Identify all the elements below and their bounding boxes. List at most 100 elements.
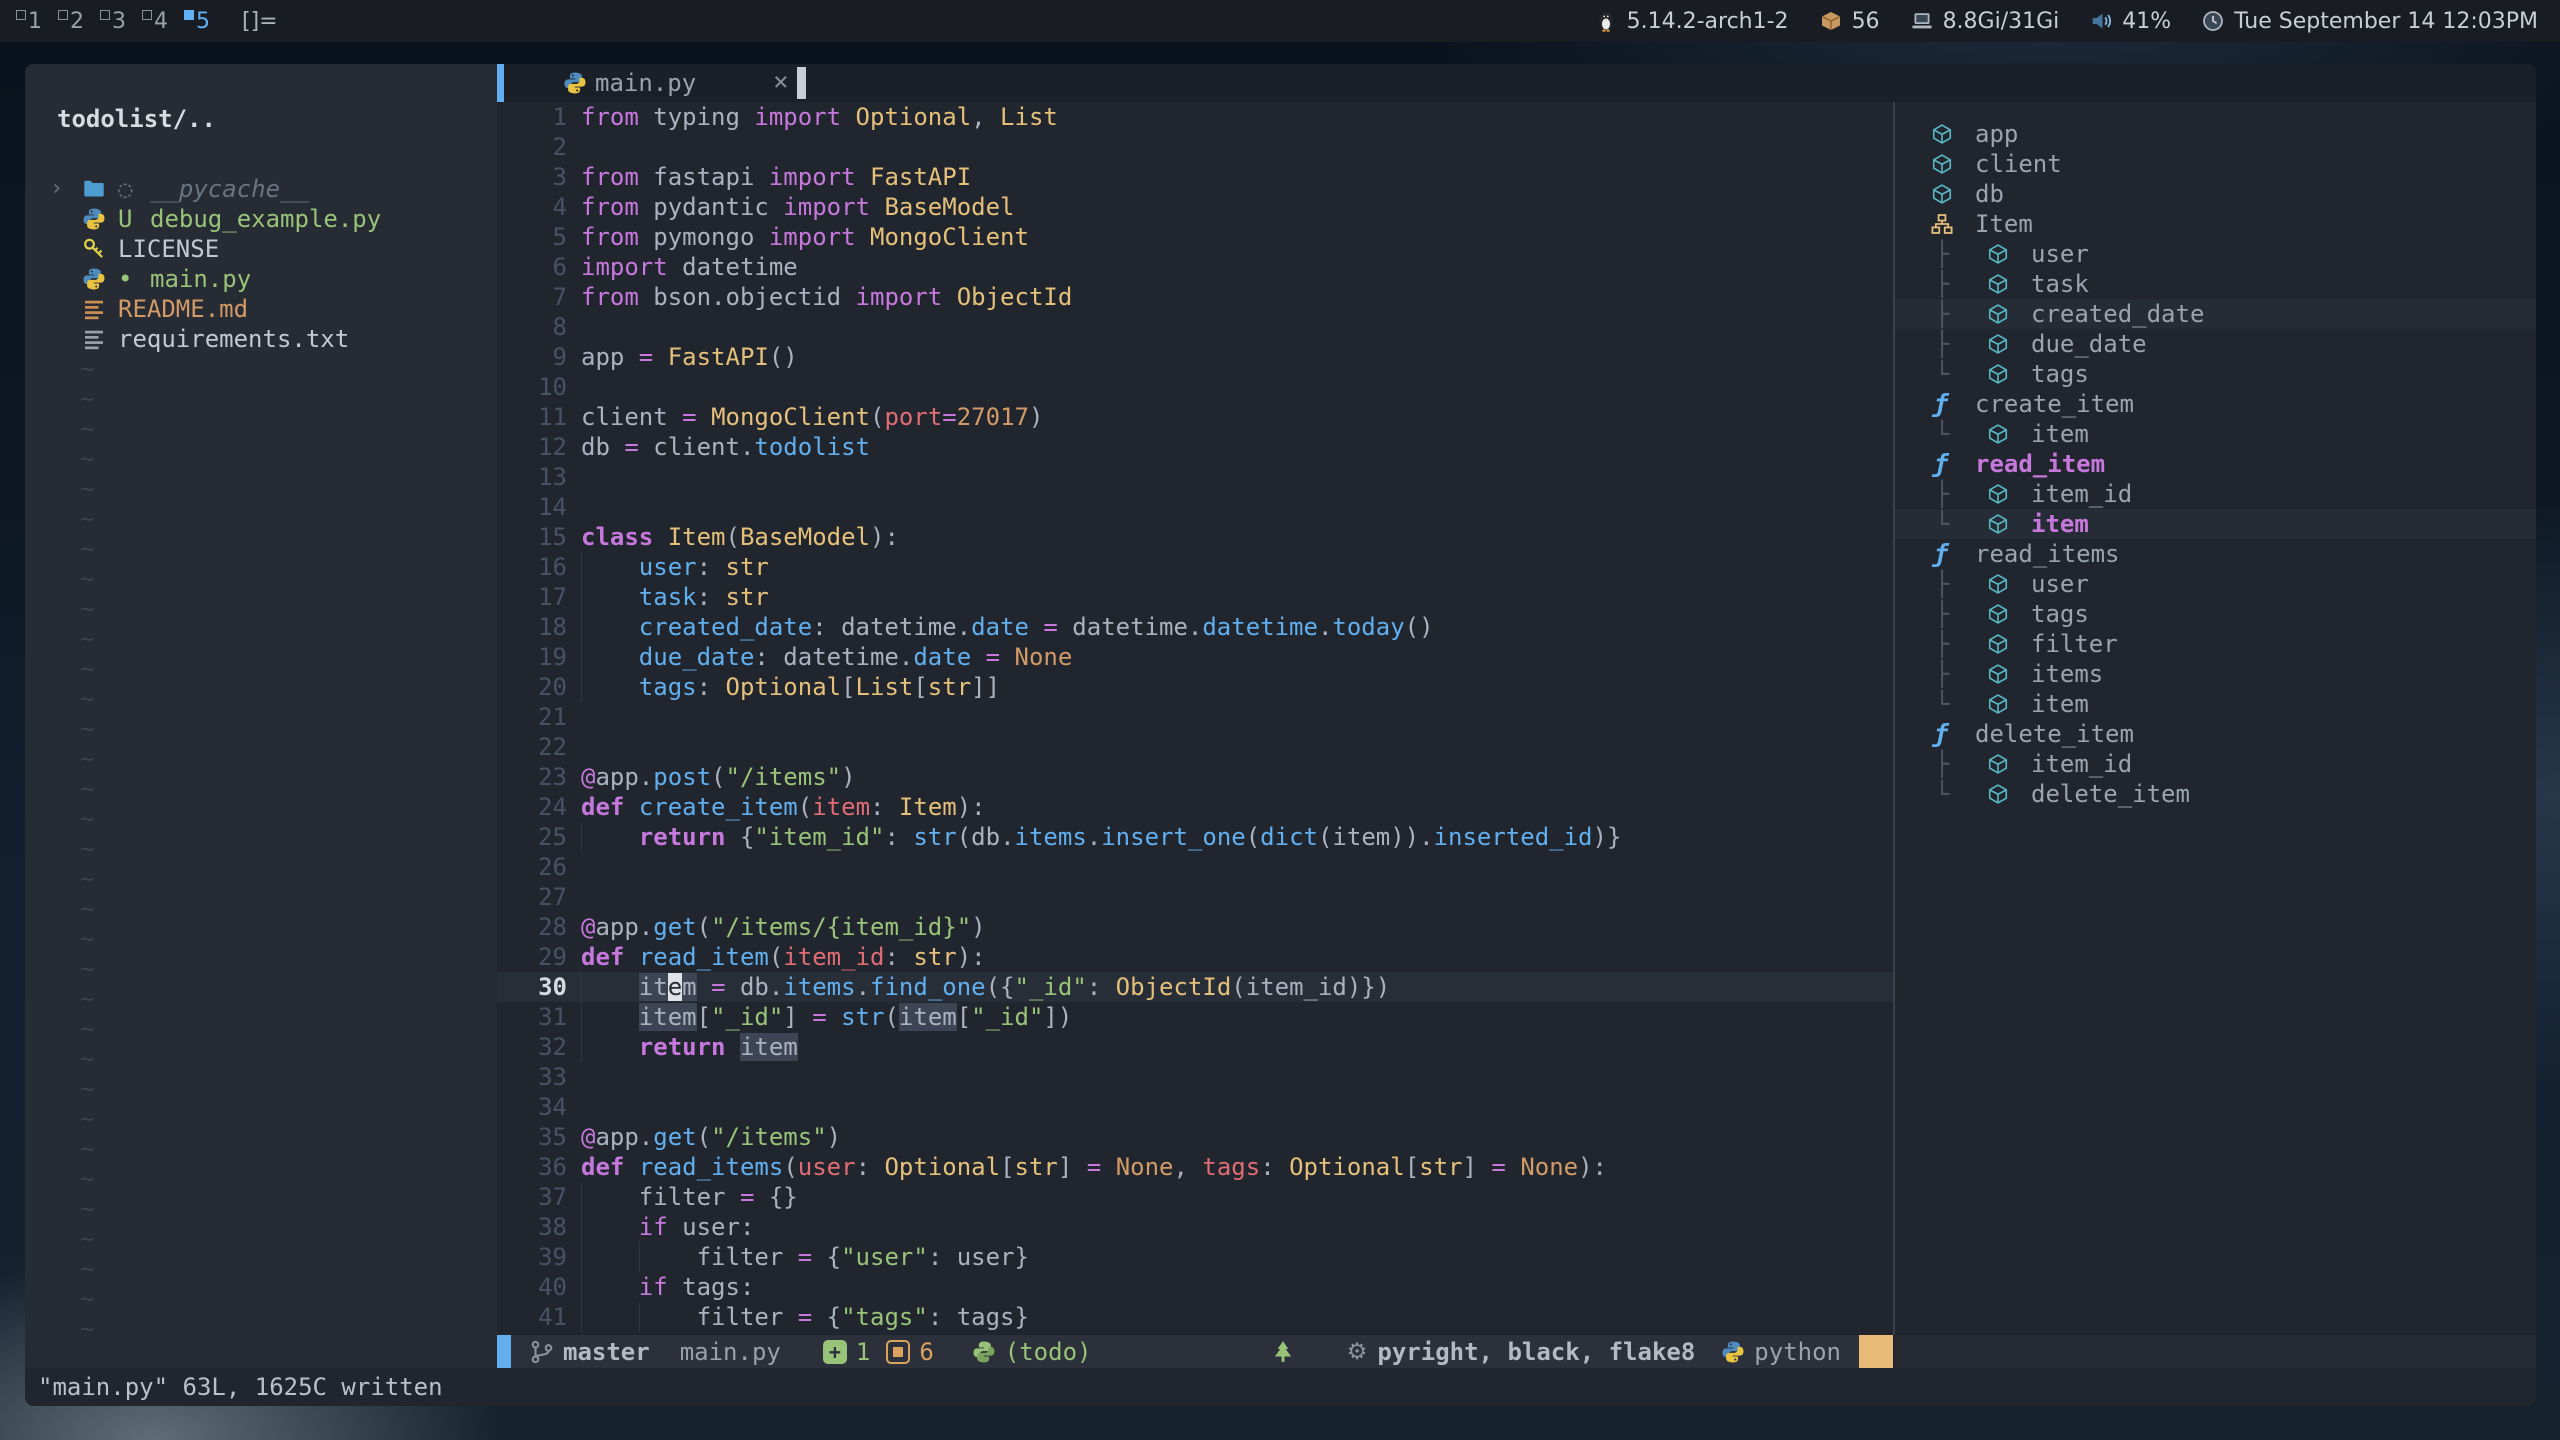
code-line-34[interactable]: 34 bbox=[497, 1092, 1893, 1122]
code-line-30[interactable]: 30 item = db.items.find_one({"_id": Obje… bbox=[497, 972, 1893, 1002]
tree-item-requirements.txt[interactable]: requirements.txt bbox=[25, 324, 497, 354]
outline-item-tags[interactable]: ├tags bbox=[1895, 599, 2536, 629]
outline-item-delete_item[interactable]: └delete_item bbox=[1895, 779, 2536, 809]
outline-item-items[interactable]: ├items bbox=[1895, 659, 2536, 689]
code-line-28[interactable]: 28@app.get("/items/{item_id}") bbox=[497, 912, 1893, 942]
code-line-1[interactable]: 1from typing import Optional, List bbox=[497, 102, 1893, 132]
outline-item-item[interactable]: └item bbox=[1895, 419, 2536, 449]
workspace-2[interactable]: 2 bbox=[56, 9, 98, 34]
code-line-2[interactable]: 2 bbox=[497, 132, 1893, 162]
empty-line-tilde: ~ bbox=[25, 384, 497, 414]
code-line-36[interactable]: 36def read_items(user: Optional[str] = N… bbox=[497, 1152, 1893, 1182]
code-line-27[interactable]: 27 bbox=[497, 882, 1893, 912]
code-line-21[interactable]: 21 bbox=[497, 702, 1893, 732]
workspace-4[interactable]: 4 bbox=[140, 9, 182, 34]
code-line-24[interactable]: 24def create_item(item: Item): bbox=[497, 792, 1893, 822]
code-line-7[interactable]: 7from bson.objectid import ObjectId bbox=[497, 282, 1893, 312]
outline-item-delete_item[interactable]: ƒdelete_item bbox=[1895, 719, 2536, 749]
outline-item-item_id[interactable]: ├item_id bbox=[1895, 749, 2536, 779]
command-line[interactable]: "main.py" 63L, 1625C written bbox=[25, 1368, 2536, 1406]
workspace-1[interactable]: 1 bbox=[14, 9, 56, 34]
code-line-38[interactable]: 38 if user: bbox=[497, 1212, 1893, 1242]
line-number: 28 bbox=[497, 912, 567, 942]
code-line-15[interactable]: 15class Item(BaseModel): bbox=[497, 522, 1893, 552]
empty-line-tilde: ~ bbox=[25, 684, 497, 714]
code-line-16[interactable]: 16 user: str bbox=[497, 552, 1893, 582]
outline-item-filter[interactable]: ├filter bbox=[1895, 629, 2536, 659]
code-line-33[interactable]: 33 bbox=[497, 1062, 1893, 1092]
code-line-18[interactable]: 18 created_date: datetime.date = datetim… bbox=[497, 612, 1893, 642]
code-line-8[interactable]: 8 bbox=[497, 312, 1893, 342]
code-line-37[interactable]: 37 filter = {} bbox=[497, 1182, 1893, 1212]
outline-item-app[interactable]: app bbox=[1895, 119, 2536, 149]
code-line-19[interactable]: 19 due_date: datetime.date = None bbox=[497, 642, 1893, 672]
tab-main-py[interactable]: main.py bbox=[595, 64, 696, 102]
tree-item-label: __pycache__ bbox=[150, 174, 309, 204]
outline-item-task[interactable]: ├task bbox=[1895, 269, 2536, 299]
code-line-32[interactable]: 32 return item bbox=[497, 1032, 1893, 1062]
variable-cube-icon bbox=[1987, 753, 2009, 775]
code-line-22[interactable]: 22 bbox=[497, 732, 1893, 762]
outline-item-Item[interactable]: Item bbox=[1895, 209, 2536, 239]
outline-item-db[interactable]: db bbox=[1895, 179, 2536, 209]
code-line-13[interactable]: 13 bbox=[497, 462, 1893, 492]
code-text: class Item(BaseModel): bbox=[581, 522, 899, 552]
code-line-31[interactable]: 31 item["_id"] = str(item["_id"]) bbox=[497, 1002, 1893, 1032]
outline-item-item[interactable]: └item bbox=[1895, 689, 2536, 719]
outline-item-due_date[interactable]: ├due_date bbox=[1895, 329, 2536, 359]
outline-item-user[interactable]: ├user bbox=[1895, 569, 2536, 599]
code-line-20[interactable]: 20 tags: Optional[List[str]] bbox=[497, 672, 1893, 702]
empty-line-tilde: ~ bbox=[25, 744, 497, 774]
outline-item-created_date[interactable]: ├created_date bbox=[1895, 299, 2536, 329]
tree-item-README.md[interactable]: README.md bbox=[25, 294, 497, 324]
tab-accent-bar bbox=[497, 64, 504, 102]
outline-item-client[interactable]: client bbox=[1895, 149, 2536, 179]
code-line-12[interactable]: 12db = client.todolist bbox=[497, 432, 1893, 462]
code-text: return {"item_id": str(db.items.insert_o… bbox=[581, 822, 1621, 852]
workspace-5[interactable]: 5 bbox=[182, 9, 224, 34]
chevron-right-icon[interactable]: › bbox=[50, 174, 63, 204]
code-line-10[interactable]: 10 bbox=[497, 372, 1893, 402]
tree-item-debug_example.py[interactable]: Udebug_example.py bbox=[25, 204, 497, 234]
workspace-3[interactable]: 3 bbox=[98, 9, 140, 34]
outline-item-read_item[interactable]: ƒread_item bbox=[1895, 449, 2536, 479]
outline-label: user bbox=[2031, 239, 2089, 269]
outline-item-item[interactable]: └item bbox=[1895, 509, 2536, 539]
code-line-5[interactable]: 5from pymongo import MongoClient bbox=[497, 222, 1893, 252]
tree-item-__pycache__[interactable]: ›◌__pycache__ bbox=[25, 174, 497, 204]
outline-item-user[interactable]: ├user bbox=[1895, 239, 2536, 269]
code-editor[interactable]: 1from typing import Optional, List23from… bbox=[497, 102, 1893, 1335]
outline-label: tags bbox=[2031, 359, 2089, 389]
code-text: task: str bbox=[581, 582, 769, 612]
tab-close-icon[interactable]: × bbox=[773, 64, 789, 100]
code-line-29[interactable]: 29def read_item(item_id: str): bbox=[497, 942, 1893, 972]
line-number: 32 bbox=[497, 1032, 567, 1062]
code-text: user: str bbox=[581, 552, 769, 582]
code-line-25[interactable]: 25 return {"item_id": str(db.items.inser… bbox=[497, 822, 1893, 852]
code-line-26[interactable]: 26 bbox=[497, 852, 1893, 882]
tree-item-label: README.md bbox=[118, 294, 248, 324]
code-line-3[interactable]: 3from fastapi import FastAPI bbox=[497, 162, 1893, 192]
code-line-40[interactable]: 40 if tags: bbox=[497, 1272, 1893, 1302]
empty-line-tilde: ~ bbox=[25, 1104, 497, 1134]
code-line-35[interactable]: 35@app.get("/items") bbox=[497, 1122, 1893, 1152]
code-line-23[interactable]: 23@app.post("/items") bbox=[497, 762, 1893, 792]
code-line-41[interactable]: 41 filter = {"tags": tags} bbox=[497, 1302, 1893, 1332]
code-line-17[interactable]: 17 task: str bbox=[497, 582, 1893, 612]
code-text: from typing import Optional, List bbox=[581, 102, 1058, 132]
code-line-14[interactable]: 14 bbox=[497, 492, 1893, 522]
outline-item-item_id[interactable]: ├item_id bbox=[1895, 479, 2536, 509]
tree-root-row[interactable]: todolist/.. bbox=[25, 64, 497, 174]
tree-statusline bbox=[25, 1335, 497, 1368]
code-line-9[interactable]: 9app = FastAPI() bbox=[497, 342, 1893, 372]
code-line-11[interactable]: 11client = MongoClient(port=27017) bbox=[497, 402, 1893, 432]
tree-item-LICENSE[interactable]: LICENSE bbox=[25, 234, 497, 264]
tree-item-main.py[interactable]: •main.py bbox=[25, 264, 497, 294]
code-line-4[interactable]: 4from pydantic import BaseModel bbox=[497, 192, 1893, 222]
outline-item-create_item[interactable]: ƒcreate_item bbox=[1895, 389, 2536, 419]
outline-item-read_items[interactable]: ƒread_items bbox=[1895, 539, 2536, 569]
code-line-6[interactable]: 6import datetime bbox=[497, 252, 1893, 282]
empty-line-tilde: ~ bbox=[25, 984, 497, 1014]
outline-item-tags[interactable]: └tags bbox=[1895, 359, 2536, 389]
code-line-39[interactable]: 39 filter = {"user": user} bbox=[497, 1242, 1893, 1272]
